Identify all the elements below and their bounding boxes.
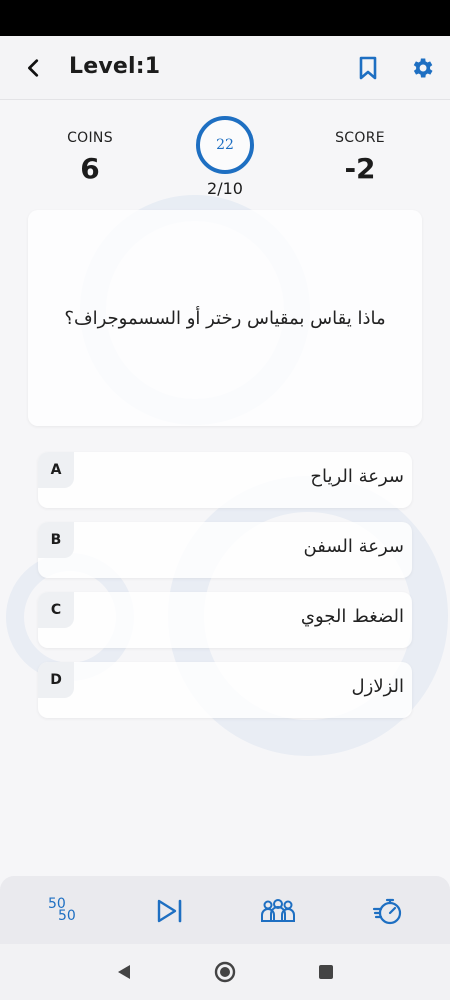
option-text: الضغط الجوي [300,606,404,627]
answer-option-c[interactable]: C الضغط الجوي [38,592,412,648]
app-bar: Level:1 [0,36,450,100]
bookmark-button[interactable] [352,52,384,84]
nav-back-icon [118,965,130,979]
back-arrow-icon [28,59,39,77]
option-letter: D [38,662,74,698]
countdown-timer: 22 [196,116,254,174]
option-letter: B [38,522,74,558]
system-nav-bar [0,944,450,1000]
coins-label: COINS [67,130,113,146]
nav-recent-icon [319,965,333,979]
question-text: ماذا يقاس بمقياس رختر أو السسموجراف؟ [64,307,386,329]
timer-value: 22 [216,137,234,153]
audience-icon [261,899,295,922]
option-text: سرعة الرياح [310,466,404,487]
nav-recent-button[interactable] [314,960,338,984]
answer-option-d[interactable]: D الزلازل [38,662,412,718]
bookmark-icon [359,56,377,80]
nav-home-icon [214,961,236,983]
stopwatch-icon [372,898,402,925]
option-letter: A [38,452,74,488]
fifty-fifty-button[interactable]: 50 50 [44,893,80,929]
coins-value: 6 [80,152,100,185]
nav-back-button[interactable] [112,960,136,984]
score-value: -2 [344,152,376,185]
option-letter: C [38,592,74,628]
skip-button[interactable] [152,893,188,929]
option-text: سرعة السفن [303,536,404,557]
answer-option-a[interactable]: A سرعة الرياح [38,452,412,508]
page-title: Level:1 [69,54,161,79]
fifty-fifty-icon: 50 50 [46,895,78,927]
back-button[interactable] [18,52,50,84]
lifeline-bar: 50 50 [0,876,450,944]
answer-option-b[interactable]: B سرعة السفن [38,522,412,578]
audience-button[interactable] [260,893,296,929]
question-card: ماذا يقاس بمقياس رختر أو السسموجراف؟ [28,210,422,426]
score-label: SCORE [335,130,385,146]
gear-icon [413,58,433,78]
status-bar [0,0,450,36]
question-progress: 2/10 [207,179,243,198]
nav-home-button[interactable] [213,960,237,984]
coins-stat: COINS 6 [50,130,130,185]
skip-icon [157,899,182,923]
settings-button[interactable] [406,52,438,84]
score-stat: SCORE -2 [320,130,400,185]
option-text: الزلازل [351,676,404,697]
fifty-bottom-text: 50 [58,908,76,924]
add-time-button[interactable] [370,893,406,929]
